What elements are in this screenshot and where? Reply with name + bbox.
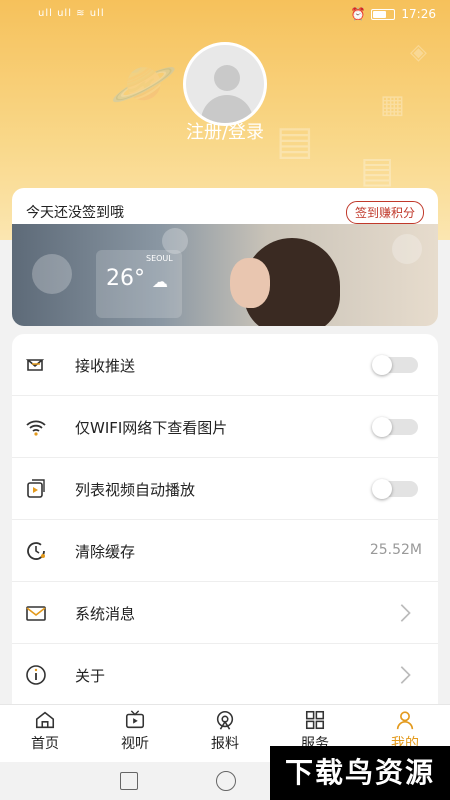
setting-label: 仅WIFI网络下查看图片 [75,419,228,437]
setting-label: 系统消息 [75,605,136,623]
document-decoration: ▦ [380,90,405,120]
setting-label: 清除缓存 [75,543,136,561]
tab-label: 视听 [121,736,149,752]
checkin-button[interactable]: 签到赚积分 [345,201,424,224]
video-play-icon [27,479,45,498]
cloud-icon: ☁ [152,272,168,291]
chevron-right-icon [400,604,411,622]
document-decoration: ◈ [410,40,427,65]
info-icon [26,665,46,685]
avatar-head-icon [214,65,240,91]
login-link[interactable]: 注册/登录 [0,118,450,144]
tab-report[interactable]: 报料 [190,709,260,753]
broadcast-icon [216,710,234,730]
tab-label: 首页 [31,736,59,752]
setting-row-about[interactable]: 关于 [12,644,438,704]
setting-label: 关于 [75,667,106,685]
person-icon [396,711,414,730]
status-time: 17:26 [401,7,436,21]
weather-temperature: 26° [106,266,145,291]
setting-label: 接收推送 [75,357,136,375]
avatar[interactable] [183,42,267,126]
woman-face-image [230,258,270,308]
weather-city: SEOUL [146,254,173,263]
clock-icon [27,542,45,560]
push-toggle[interactable] [372,355,418,375]
grid-icon [305,710,325,730]
home-icon [35,711,55,729]
message-icon [25,359,45,371]
setting-row-autoplay[interactable]: 列表视频自动播放 [12,458,438,520]
document-decoration: ▤ [360,150,395,191]
settings-list: 接收推送 仅WIFI网络下查看图片 列表视频自动播放 清除缓存 25.52M 系… [12,334,438,704]
cache-size: 25.52M [369,542,422,558]
home-button[interactable] [216,771,236,791]
recent-apps-button[interactable] [120,772,138,790]
checkin-card: 今天还没签到哦 签到赚积分 SEOUL 26° ☁ [12,188,438,326]
status-bar: ull ull ≋ ull ⏰ 17:26 [0,0,450,30]
setting-row-wifi[interactable]: 仅WIFI网络下查看图片 [12,396,438,458]
setting-row-cache[interactable]: 清除缓存 25.52M [12,520,438,582]
signal-indicators: ull ull ≋ ull [38,8,105,19]
wifi-icon [26,420,46,436]
setting-row-messages[interactable]: 系统消息 [12,582,438,644]
mail-icon [26,606,46,621]
wifi-only-toggle[interactable] [372,417,418,437]
tab-home[interactable]: 首页 [10,709,80,753]
weather-widget: SEOUL 26° ☁ [96,250,182,318]
promo-banner[interactable]: SEOUL 26° ☁ [12,224,438,326]
alarm-icon: ⏰ [350,7,366,21]
planet-decoration: 🪐 [110,52,178,115]
tv-icon [125,710,145,729]
chevron-right-icon [400,666,411,684]
checkin-text: 今天还没签到哦 [26,205,124,221]
tab-media[interactable]: 视听 [100,709,170,753]
battery-icon [371,8,396,20]
autoplay-toggle[interactable] [372,479,418,499]
tab-label: 报料 [211,736,239,752]
setting-row-push[interactable]: 接收推送 [12,334,438,396]
setting-label: 列表视频自动播放 [75,481,196,499]
watermark-logo: 下载鸟资源 [270,746,450,800]
